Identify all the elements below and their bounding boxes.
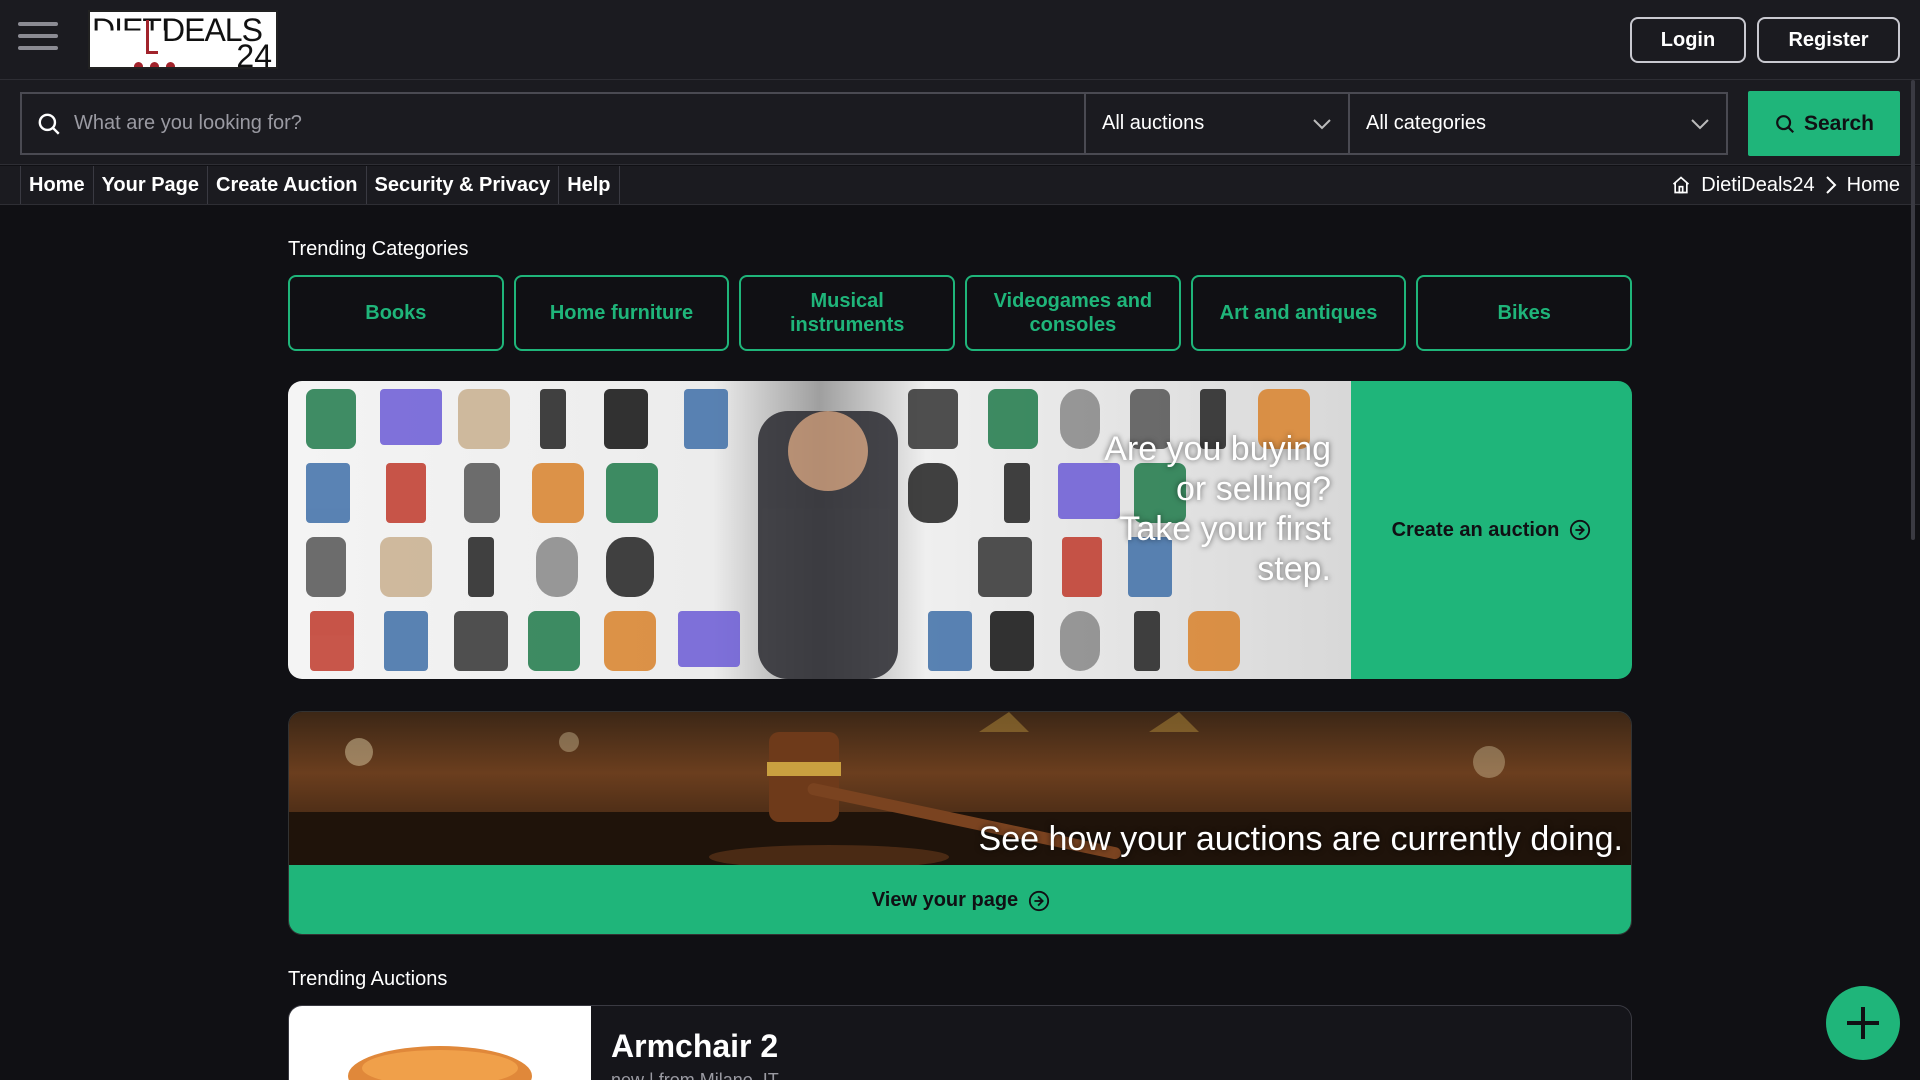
category-bikes-button[interactable]: Bikes xyxy=(1416,275,1633,351)
breadcrumb: DietiDeals24 Home xyxy=(1671,166,1900,204)
arrow-circle-right-icon xyxy=(1029,890,1050,911)
category-list: Books Home furniture Musical instruments… xyxy=(288,275,1633,351)
breadcrumb-root[interactable]: DietiDeals24 xyxy=(1701,174,1814,197)
nav-item-security-privacy[interactable]: Security & Privacy xyxy=(367,166,560,204)
auction-thumbnail xyxy=(289,1006,591,1080)
hero-text: Are you buying or selling? Take your fir… xyxy=(1104,430,1331,588)
login-button[interactable]: Login xyxy=(1630,17,1746,63)
home-icon[interactable] xyxy=(1671,175,1691,195)
auction-title: Armchair 2 xyxy=(611,1028,779,1064)
search-icon xyxy=(38,113,60,135)
logo-mark xyxy=(146,20,158,54)
add-auction-fab[interactable] xyxy=(1826,986,1900,1060)
chevron-down-icon xyxy=(1691,118,1709,129)
hero-banner: Are you buying or selling? Take your fir… xyxy=(288,381,1632,679)
armchair-graphic xyxy=(348,1046,532,1080)
auction-filter-value: All auctions xyxy=(1102,112,1205,134)
search-button[interactable]: Search xyxy=(1748,91,1900,156)
logo-dots xyxy=(134,58,182,67)
top-bar: DIETI DEALS 24 Login Register xyxy=(0,0,1920,80)
scrollbar[interactable] xyxy=(1911,80,1915,540)
chevron-right-icon xyxy=(1825,176,1837,194)
category-filter-select[interactable]: All categories xyxy=(1348,92,1728,155)
nav-item-your-page[interactable]: Your Page xyxy=(94,166,209,204)
search-bar: All auctions All categories Search xyxy=(0,80,1920,165)
nav-bar: Home Your Page Create Auction Security &… xyxy=(0,166,1920,205)
nav-item-help[interactable]: Help xyxy=(559,166,620,204)
trending-categories-title: Trending Categories xyxy=(288,238,469,260)
logo-text-24: 24 xyxy=(236,38,272,69)
nav-item-create-auction[interactable]: Create Auction xyxy=(208,166,367,204)
auction-meta: new | from Milano, IT xyxy=(611,1070,779,1080)
auction-filter-select[interactable]: All auctions xyxy=(1084,92,1350,155)
category-videogames-button[interactable]: Videogames and consoles xyxy=(965,275,1181,351)
register-button[interactable]: Register xyxy=(1757,17,1900,63)
search-field[interactable] xyxy=(20,92,1086,155)
nav-item-home[interactable]: Home xyxy=(20,166,94,204)
create-auction-label: Create an auction xyxy=(1391,518,1560,541)
search-icon xyxy=(1776,114,1794,133)
auction-card[interactable]: Armchair 2 new | from Milano, IT xyxy=(288,1005,1632,1080)
view-your-page-label: View your page xyxy=(871,889,1019,911)
category-art-antiques-button[interactable]: Art and antiques xyxy=(1190,275,1407,351)
create-auction-button[interactable]: Create an auction xyxy=(1351,381,1632,679)
arrow-circle-right-icon xyxy=(1570,519,1591,541)
your-page-banner: See how your auctions are currently doin… xyxy=(288,711,1632,935)
category-musical-instruments-button[interactable]: Musical instruments xyxy=(739,275,956,351)
nav-menu: Home Your Page Create Auction Security &… xyxy=(20,166,620,204)
banner2-text: See how your auctions are currently doin… xyxy=(978,820,1623,858)
category-filter-value: All categories xyxy=(1366,112,1487,134)
view-your-page-button[interactable]: View your page xyxy=(289,865,1631,934)
menu-icon[interactable] xyxy=(18,22,58,58)
plus-icon xyxy=(1847,1007,1879,1039)
category-books-button[interactable]: Books xyxy=(288,275,504,351)
category-home-furniture-button[interactable]: Home furniture xyxy=(513,275,730,351)
hero-image: Are you buying or selling? Take your fir… xyxy=(288,381,1351,679)
breadcrumb-current: Home xyxy=(1846,173,1900,196)
search-button-label: Search xyxy=(1803,111,1875,135)
chevron-down-icon xyxy=(1313,118,1331,129)
gavel-image: See how your auctions are currently doin… xyxy=(289,712,1631,865)
search-input[interactable] xyxy=(74,112,1084,135)
logo[interactable]: DIETI DEALS 24 xyxy=(88,10,278,69)
trending-auctions-title: Trending Auctions xyxy=(288,968,448,990)
